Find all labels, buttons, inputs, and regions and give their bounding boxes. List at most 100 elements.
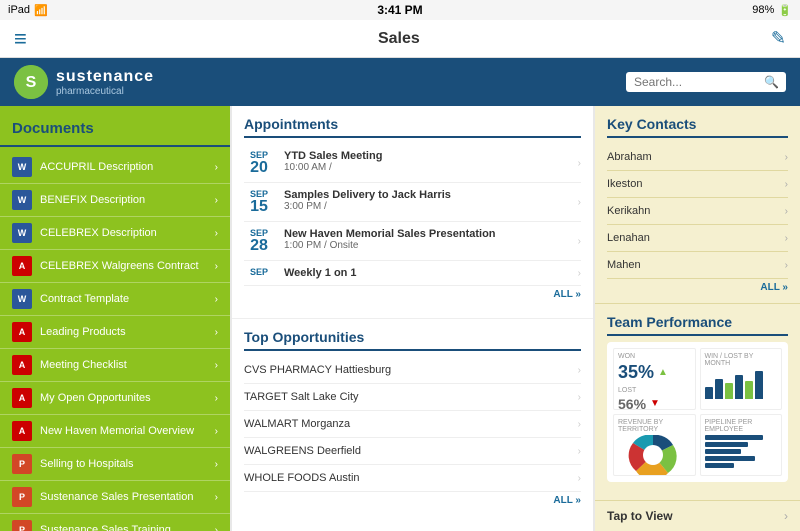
doc-type-icon: A xyxy=(12,322,32,342)
doc-label: Contract Template xyxy=(40,293,215,305)
doc-arrow-icon: › xyxy=(215,426,218,437)
appt-info: New Haven Memorial Sales Presentation 1:… xyxy=(284,228,578,251)
key-contacts-title: Key Contacts xyxy=(607,116,788,132)
contact-item[interactable]: Mahen › xyxy=(607,252,788,279)
pipeline-cell: PIPELINE PER EMPLOYEE xyxy=(700,414,783,476)
contacts-list: Abraham › Ikeston › Kerikahn › Lenahan ›… xyxy=(607,144,788,279)
lost-num-row: 56% ▼ xyxy=(618,396,691,410)
document-item[interactable]: A My Open Opportunites › xyxy=(0,382,230,415)
brand-logo: S sustenance pharmaceutical xyxy=(14,65,154,99)
contact-arrow-icon: › xyxy=(785,233,788,244)
doc-label: Meeting Checklist xyxy=(40,359,215,371)
doc-type-icon: A xyxy=(12,355,32,375)
appt-title: Weekly 1 on 1 xyxy=(284,267,578,279)
document-item[interactable]: P Sustenance Sales Training › xyxy=(0,514,230,531)
doc-type-icon: W xyxy=(12,190,32,210)
doc-label: Sustenance Sales Training xyxy=(40,524,215,531)
opportunities-list: CVS PHARMACY Hattiesburg › TARGET Salt L… xyxy=(244,357,581,492)
contact-label: Ikeston xyxy=(607,178,785,190)
hbar-3 xyxy=(705,449,741,454)
doc-type-icon: A xyxy=(12,256,32,276)
opportunity-item[interactable]: WALMART Morganza › xyxy=(244,411,581,438)
document-item[interactable]: A New Haven Memorial Overview › xyxy=(0,415,230,448)
right-panel: Key Contacts Abraham › Ikeston › Kerikah… xyxy=(595,106,800,531)
contact-item[interactable]: Abraham › xyxy=(607,144,788,171)
appointment-item[interactable]: SEP 15 Samples Delivery to Jack Harris 3… xyxy=(244,183,581,222)
opportunity-item[interactable]: WALGREENS Deerfield › xyxy=(244,438,581,465)
win-lost-chart xyxy=(705,369,778,399)
tap-view-label: Tap to View xyxy=(607,509,784,523)
wifi-icon: 📶 xyxy=(34,4,48,17)
contact-arrow-icon: › xyxy=(785,260,788,271)
doc-type-icon: W xyxy=(12,157,32,177)
opp-label: WHOLE FOODS Austin xyxy=(244,472,578,484)
contact-label: Kerikahn xyxy=(607,205,785,217)
doc-type-icon: A xyxy=(12,421,32,441)
appt-date: SEP 20 xyxy=(244,150,274,176)
hamburger-icon[interactable]: ≡ xyxy=(14,28,27,50)
opportunities-divider xyxy=(244,349,581,351)
opportunity-item[interactable]: WHOLE FOODS Austin › xyxy=(244,465,581,492)
doc-type-icon: P xyxy=(12,454,32,474)
tap-to-view[interactable]: Tap to View › xyxy=(595,500,800,531)
opportunities-all-link[interactable]: ALL » xyxy=(553,495,581,506)
doc-arrow-icon: › xyxy=(215,294,218,305)
opportunity-item[interactable]: CVS PHARMACY Hattiesburg › xyxy=(244,357,581,384)
main-content: Documents W ACCUPRIL Description › W BEN… xyxy=(0,106,800,531)
status-bar: iPad 📶 3:41 PM 98% 🔋 xyxy=(0,0,800,20)
contact-item[interactable]: Kerikahn › xyxy=(607,198,788,225)
appt-day: 28 xyxy=(244,238,274,254)
doc-type-icon: A xyxy=(12,388,32,408)
doc-arrow-icon: › xyxy=(215,459,218,470)
search-input[interactable] xyxy=(634,75,764,89)
document-item[interactable]: W BENEFIX Description › xyxy=(0,184,230,217)
document-item[interactable]: A Meeting Checklist › xyxy=(0,349,230,382)
appointment-item[interactable]: SEP Weekly 1 on 1 › xyxy=(244,261,581,286)
documents-title: Documents xyxy=(0,116,230,147)
pencil-icon[interactable]: ✎ xyxy=(771,28,786,49)
opp-label: TARGET Salt Lake City xyxy=(244,391,578,403)
document-item[interactable]: P Selling to Hospitals › xyxy=(0,448,230,481)
document-item[interactable]: P Sustenance Sales Presentation › xyxy=(0,481,230,514)
doc-label: My Open Opportunites xyxy=(40,392,215,404)
appointments-all-link[interactable]: ALL » xyxy=(553,289,581,300)
hbar-5 xyxy=(705,463,734,468)
doc-label: ACCUPRIL Description xyxy=(40,161,215,173)
battery-label: 98% xyxy=(752,4,774,16)
opp-arrow-icon: › xyxy=(578,365,581,376)
appt-info: YTD Sales Meeting 10:00 AM / xyxy=(284,150,578,173)
document-item[interactable]: W CELEBREX Description › xyxy=(0,217,230,250)
opportunity-item[interactable]: TARGET Salt Lake City › xyxy=(244,384,581,411)
document-item[interactable]: W ACCUPRIL Description › xyxy=(0,151,230,184)
contact-item[interactable]: Ikeston › xyxy=(607,171,788,198)
document-item[interactable]: A CELEBREX Walgreens Contract › xyxy=(0,250,230,283)
appointment-item[interactable]: SEP 20 YTD Sales Meeting 10:00 AM / › xyxy=(244,144,581,183)
bar-3 xyxy=(725,383,733,399)
win-lost-label: WIN / LOST BY MONTH xyxy=(705,353,778,367)
opp-arrow-icon: › xyxy=(578,473,581,484)
brand-sub: pharmaceutical xyxy=(56,86,154,97)
contacts-all-link[interactable]: ALL » xyxy=(760,282,788,293)
appointment-item[interactable]: SEP 28 New Haven Memorial Sales Presenta… xyxy=(244,222,581,261)
top-nav: ≡ Sales ✎ xyxy=(0,20,800,58)
document-item[interactable]: W Contract Template › xyxy=(0,283,230,316)
revenue-chart xyxy=(618,435,688,475)
appointments-title: Appointments xyxy=(244,116,581,132)
status-time: 3:41 PM xyxy=(377,3,422,17)
search-box[interactable]: 🔍 xyxy=(626,72,786,92)
appt-date: SEP 28 xyxy=(244,228,274,254)
contact-label: Mahen xyxy=(607,259,785,271)
logo-icon: S xyxy=(14,65,48,99)
doc-arrow-icon: › xyxy=(215,393,218,404)
bar-1 xyxy=(705,387,713,399)
document-item[interactable]: A Leading Products › xyxy=(0,316,230,349)
doc-label: New Haven Memorial Overview xyxy=(40,425,215,437)
lost-value: 56% xyxy=(618,396,646,410)
performance-grid: WON 35% ▲ LOST 56% ▼ WIN / LOST BY xyxy=(613,348,782,476)
appt-day: 20 xyxy=(244,160,274,176)
doc-arrow-icon: › xyxy=(215,492,218,503)
contact-item[interactable]: Lenahan › xyxy=(607,225,788,252)
doc-label: CELEBREX Walgreens Contract xyxy=(40,260,215,272)
middle-panel: Appointments SEP 20 YTD Sales Meeting 10… xyxy=(232,106,593,531)
doc-label: Selling to Hospitals xyxy=(40,458,215,470)
